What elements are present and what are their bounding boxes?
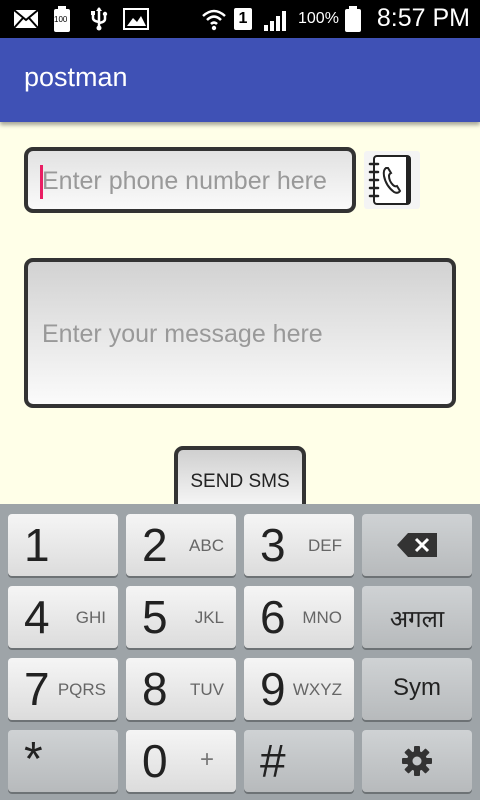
key-7[interactable]: 7 PQRS xyxy=(8,658,118,720)
mail-icon xyxy=(12,7,40,31)
app-bar: postman xyxy=(0,38,480,122)
message-placeholder: Enter your message here xyxy=(42,320,323,348)
key-2[interactable]: 2 ABC xyxy=(126,514,236,576)
key-5-digit: 5 xyxy=(142,591,168,643)
key-hash-symbol: # xyxy=(260,735,286,787)
key-5[interactable]: 5 JKL xyxy=(126,586,236,648)
key-7-digit: 7 xyxy=(24,663,50,715)
key-hash[interactable]: # xyxy=(244,730,354,792)
key-0-plus: + xyxy=(199,746,214,773)
key-star-symbol: * xyxy=(24,733,43,786)
usb-icon xyxy=(86,7,112,31)
key-8-digit: 8 xyxy=(142,663,168,715)
battery-percent: 100% xyxy=(298,10,339,27)
battery-icon xyxy=(344,6,362,32)
message-input[interactable]: Enter your message here xyxy=(24,258,456,408)
sim-icon: 1 xyxy=(234,8,252,30)
sym-key[interactable]: Sym xyxy=(362,658,472,720)
sym-key-label: Sym xyxy=(393,674,441,701)
image-icon xyxy=(122,7,150,31)
key-0[interactable]: 0 + xyxy=(126,730,236,792)
contacts-button[interactable] xyxy=(364,151,420,209)
key-6[interactable]: 6 MNO xyxy=(244,586,354,648)
key-9[interactable]: 9 WXYZ xyxy=(244,658,354,720)
key-8-letters: TUV xyxy=(190,680,224,699)
status-bar: 100 1 100% 8:57 PM xyxy=(0,0,480,38)
key-7-letters: PQRS xyxy=(57,680,106,699)
key-star[interactable]: * xyxy=(8,730,118,792)
phone-number-placeholder: Enter phone number here xyxy=(42,167,327,195)
key-5-letters: JKL xyxy=(194,608,224,627)
clock: 8:57 PM xyxy=(376,4,470,32)
settings-key[interactable] xyxy=(362,730,472,792)
app-title: postman xyxy=(24,62,128,92)
key-4-digit: 4 xyxy=(24,591,50,643)
key-1-digit: 1 xyxy=(24,519,50,571)
key-8[interactable]: 8 TUV xyxy=(126,658,236,720)
contacts-book-icon xyxy=(368,154,416,210)
key-3-digit: 3 xyxy=(260,519,286,571)
key-4-letters: GHI xyxy=(75,608,106,627)
key-9-letters: WXYZ xyxy=(292,680,342,699)
key-4[interactable]: 4 GHI xyxy=(8,586,118,648)
next-key[interactable]: अगला xyxy=(362,586,472,648)
key-9-digit: 9 xyxy=(260,663,286,715)
numeric-keyboard: 1 2 ABC 3 DEF 4 GHI 5 JKL 6 MNO अगला 7 P… xyxy=(0,504,480,800)
backspace-key[interactable] xyxy=(362,514,472,576)
backspace-icon xyxy=(396,532,438,562)
text-cursor xyxy=(40,165,43,199)
key-6-digit: 6 xyxy=(260,591,286,643)
key-2-letters: ABC xyxy=(189,536,224,555)
next-key-label: अगला xyxy=(389,606,445,633)
key-0-digit: 0 xyxy=(142,735,168,787)
key-3-letters: DEF xyxy=(308,536,342,555)
wifi-icon xyxy=(200,7,228,31)
settings-gear-icon xyxy=(401,745,433,781)
battery-level-small: 100 xyxy=(54,15,68,24)
phone-number-input[interactable]: Enter phone number here xyxy=(24,147,356,213)
sms-form: Enter phone number here Enter your messa… xyxy=(0,122,480,516)
key-1[interactable]: 1 xyxy=(8,514,118,576)
signal-icon xyxy=(262,7,292,31)
key-6-letters: MNO xyxy=(302,608,342,627)
key-3[interactable]: 3 DEF xyxy=(244,514,354,576)
key-2-digit: 2 xyxy=(142,519,168,571)
